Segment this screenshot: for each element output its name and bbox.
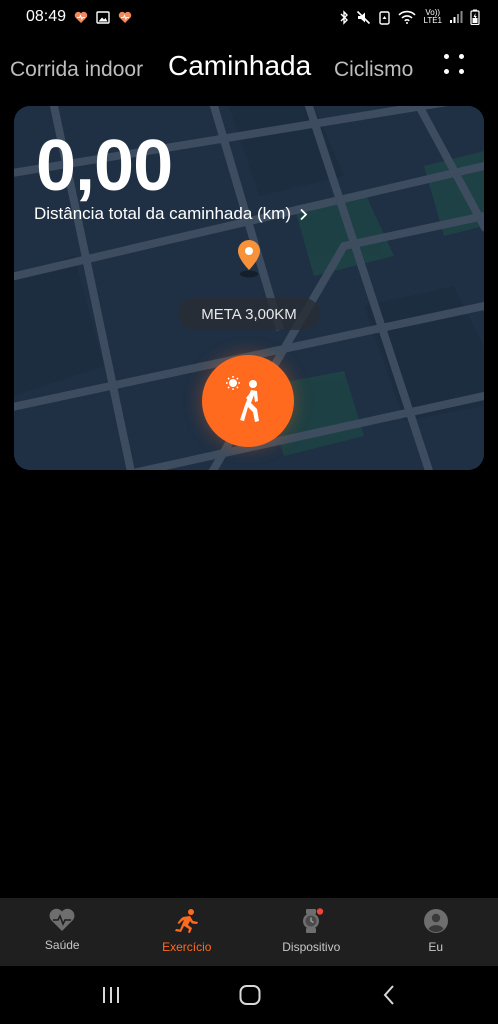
status-time: 08:49 bbox=[26, 8, 67, 25]
dot-icon bbox=[444, 54, 449, 59]
health-heart-notification-icon bbox=[74, 11, 88, 23]
status-bar: 08:49 Vo)) LTE1 bbox=[0, 0, 498, 34]
nav-label-eu: Eu bbox=[428, 940, 444, 954]
distance-label: Distância total da caminhada (km) bbox=[34, 204, 292, 223]
lte-label: LTE1 bbox=[423, 16, 442, 25]
tab-caminhada[interactable]: Caminhada bbox=[168, 50, 311, 82]
battery-icon bbox=[470, 9, 480, 25]
image-notification-icon bbox=[96, 10, 110, 24]
back-icon[interactable] bbox=[380, 984, 398, 1006]
bottom-navigation: Saúde Exercício Dispositivo Eu bbox=[0, 898, 498, 966]
status-right: Vo)) LTE1 bbox=[339, 9, 480, 25]
running-icon bbox=[174, 909, 198, 933]
tab-ciclismo[interactable]: Ciclismo bbox=[334, 58, 413, 82]
tab-corrida-indoor[interactable]: Corrida indoor bbox=[10, 58, 143, 82]
watch-icon bbox=[303, 908, 324, 933]
chevron-right-icon bbox=[300, 208, 308, 220]
recent-apps-icon[interactable] bbox=[100, 984, 122, 1006]
nav-item-saude[interactable]: Saúde bbox=[0, 898, 125, 966]
walking-person-icon bbox=[226, 376, 259, 422]
mute-icon bbox=[357, 10, 371, 24]
health-heart-notification-icon-2 bbox=[118, 11, 132, 23]
nav-label-saude: Saúde bbox=[44, 938, 80, 952]
distance-label-link[interactable]: Distância total da caminhada (km) bbox=[34, 204, 308, 224]
alarm-icon bbox=[379, 10, 391, 25]
nav-item-exercicio[interactable]: Exercício bbox=[125, 898, 250, 966]
home-icon[interactable] bbox=[238, 984, 262, 1006]
dot-icon bbox=[459, 54, 464, 59]
nav-item-eu[interactable]: Eu bbox=[374, 898, 498, 966]
network-type-label: Vo)) LTE1 bbox=[423, 9, 442, 25]
profile-icon bbox=[423, 909, 448, 933]
wifi-icon bbox=[398, 10, 417, 24]
system-navigation-bar bbox=[0, 966, 498, 1024]
nav-label-exercicio: Exercício bbox=[162, 940, 212, 954]
start-walk-button[interactable] bbox=[202, 355, 294, 447]
bluetooth-icon bbox=[340, 9, 349, 25]
dot-icon bbox=[444, 69, 449, 74]
location-pin-icon bbox=[238, 240, 260, 278]
status-left: 08:49 bbox=[26, 8, 132, 26]
notification-badge bbox=[317, 908, 324, 915]
heart-rate-icon bbox=[49, 908, 75, 931]
more-options-button[interactable] bbox=[440, 50, 468, 78]
workout-type-tabs: Corrida indoor Caminhada Ciclismo bbox=[0, 44, 498, 90]
workout-map-card[interactable]: 0,00 Distância total da caminhada (km) M… bbox=[14, 106, 484, 470]
screen: 08:49 Vo)) LTE1 Corrida indoor Caminhada… bbox=[0, 0, 498, 1024]
dot-icon bbox=[459, 69, 464, 74]
nav-item-dispositivo[interactable]: Dispositivo bbox=[249, 898, 374, 966]
signal-icon bbox=[450, 11, 463, 23]
distance-value: 0,00 bbox=[36, 126, 173, 206]
goal-badge[interactable]: META 3,00KM bbox=[178, 298, 320, 330]
nav-label-dispositivo: Dispositivo bbox=[282, 940, 341, 954]
